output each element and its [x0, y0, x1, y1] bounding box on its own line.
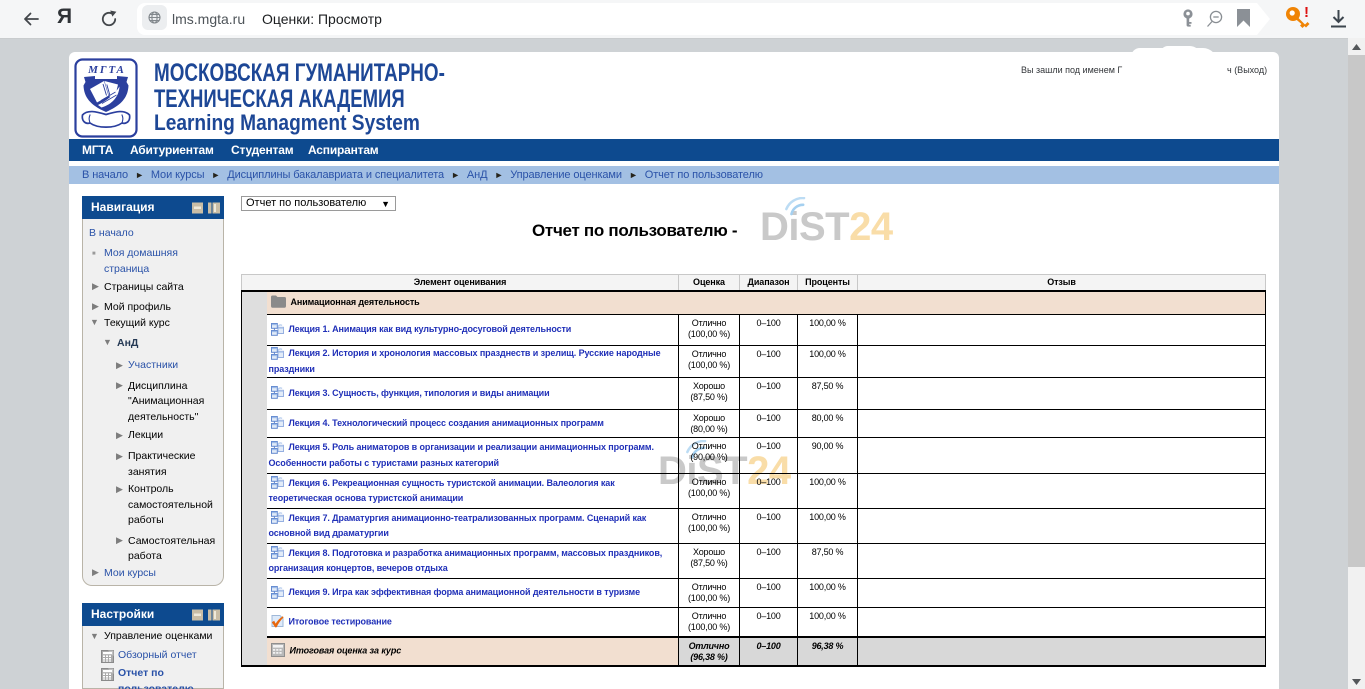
svg-text:МГТА: МГТА: [87, 64, 126, 76]
svg-text:!: !: [1304, 5, 1309, 21]
